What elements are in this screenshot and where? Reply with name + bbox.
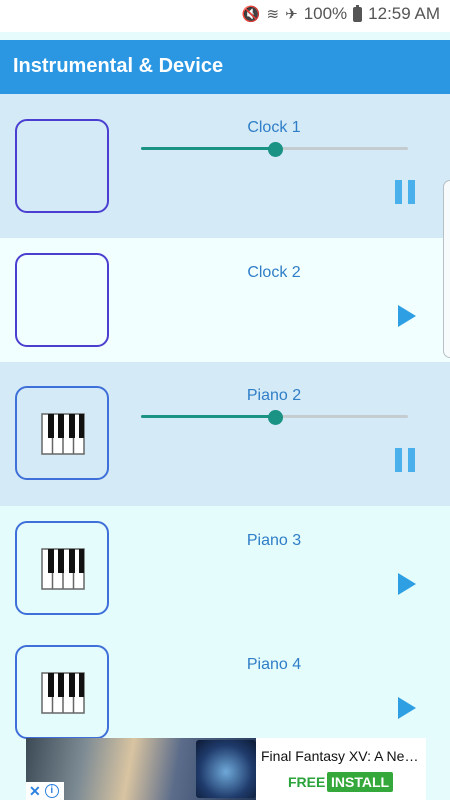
sound-name: Clock 2 xyxy=(247,264,301,281)
status-bar: 🔇 ≋ ✈ 100% 12:59 AM xyxy=(0,0,450,32)
ad-choices[interactable]: ✕ i xyxy=(26,782,64,800)
sound-name: Clock 1 xyxy=(247,119,301,136)
volume-slider-thumb[interactable] xyxy=(267,142,283,157)
airplane-icon: ✈ xyxy=(285,6,298,23)
sound-thumbnail[interactable] xyxy=(15,521,109,615)
volume-slider-fill xyxy=(141,147,275,150)
sound-row-clock-1[interactable]: Clock 1 xyxy=(0,94,450,238)
app-bar: Instrumental & Device xyxy=(0,40,450,94)
volume-slider[interactable] xyxy=(141,142,408,157)
waveform-icon xyxy=(35,141,89,193)
play-button[interactable] xyxy=(396,696,420,722)
ad-app-icon[interactable] xyxy=(196,740,256,798)
sound-thumbnail[interactable] xyxy=(15,386,109,480)
clock: 12:59 AM xyxy=(368,4,440,23)
ad-install-button[interactable]: INSTALL xyxy=(327,772,394,792)
volume-slider-thumb[interactable] xyxy=(267,410,283,425)
ad-banner[interactable]: Final Fantasy XV: A Ne… FREE INSTALL ✕ i xyxy=(26,738,426,800)
sound-row-piano-3[interactable]: Piano 3 xyxy=(0,506,450,630)
sound-name: Piano 3 xyxy=(246,532,302,549)
wifi-icon: ≋ xyxy=(266,6,280,23)
pause-button[interactable] xyxy=(394,448,418,474)
page-title: Instrumental & Device xyxy=(13,55,224,77)
close-icon[interactable]: ✕ xyxy=(29,783,41,800)
battery-percent: 100% xyxy=(303,4,348,23)
pause-button[interactable] xyxy=(394,180,418,206)
play-button[interactable] xyxy=(396,304,420,330)
sound-thumbnail[interactable] xyxy=(15,253,109,347)
battery-icon xyxy=(353,4,363,22)
piano-keys-icon xyxy=(41,413,85,455)
sound-name: Piano 4 xyxy=(246,656,302,673)
mute-vibrate-icon: 🔇 xyxy=(241,6,261,23)
piano-keys-icon xyxy=(41,548,85,590)
sound-thumbnail[interactable] xyxy=(15,119,109,213)
ad-title[interactable]: Final Fantasy XV: A Ne… xyxy=(261,748,426,764)
sound-row-piano-4[interactable]: Piano 4 xyxy=(0,630,450,739)
volume-slider-fill xyxy=(141,415,275,418)
status-icons: 🔇 ≋ ✈ 100% 12:59 AM xyxy=(242,4,440,24)
sound-row-piano-2[interactable]: Piano 2 xyxy=(0,362,450,506)
piano-keys-icon xyxy=(41,672,85,714)
ad-price-label: FREE xyxy=(288,774,326,790)
pause-icon xyxy=(395,180,402,204)
volume-slider[interactable] xyxy=(141,410,408,425)
sound-row-clock-2[interactable]: Clock 2 xyxy=(0,238,450,362)
sound-name: Piano 2 xyxy=(246,387,302,404)
waveform-icon xyxy=(35,275,89,327)
play-button[interactable] xyxy=(396,572,420,598)
sound-thumbnail[interactable] xyxy=(15,645,109,739)
pause-icon xyxy=(395,448,402,472)
info-icon[interactable]: i xyxy=(44,784,59,798)
side-drawer-handle[interactable] xyxy=(443,180,450,358)
